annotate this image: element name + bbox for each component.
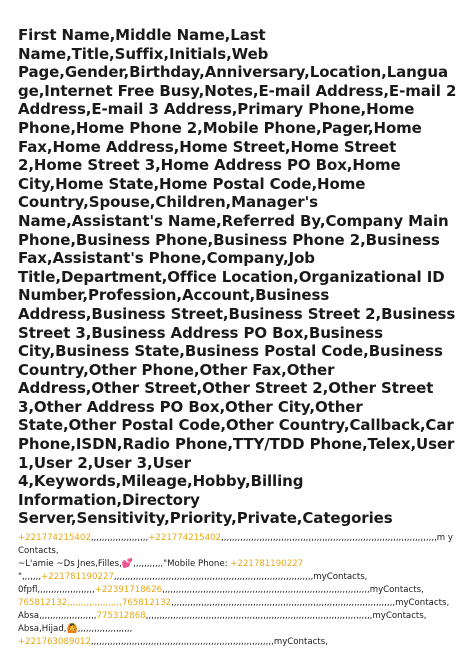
phone-number[interactable]: +221774215402: [18, 533, 91, 543]
csv-row: 0fpfl,,,,,,,,,,,,,,,,,,,,,+22391718626,,…: [18, 584, 458, 597]
row-text: ,,,,,,,,,,,,,,,,,,,,,,,,,,,,,,,,,,,,,,,,…: [90, 637, 328, 648]
phone-number[interactable]: 765812132: [122, 598, 171, 608]
csv-header-text: First Name,Middle Name,Last Name,Title,S…: [18, 26, 457, 528]
phone-number[interactable]: 765812132: [18, 598, 67, 608]
row-text: ,,,,,,,,,,,,,,,,,,,,,,,,,,,,,,,,,,,,,,,,…: [145, 611, 427, 622]
two-hearts-icon: 💕: [121, 559, 134, 570]
row-text: 0fpfl,,,,,,,,,,,,,,,,,,,,,: [18, 585, 95, 596]
csv-row: Absa,,,,,,,,,,,,,,,,,,,,,775312868,,,,,,…: [18, 610, 458, 623]
csv-row: ~L'amie ~Ds Jnes,Filles,💕,,,,,,,,,,,"Mob…: [18, 558, 458, 571]
row-text: ,,,,,,,,,,,,,,,,,,,,,,,,,,,,,,,,,,,,,,,,…: [113, 572, 368, 583]
row-text: ~L'amie ~Ds Jnes,Filles,: [18, 559, 122, 570]
csv-row: +221763089012,,,,,,,,,,,,,,,,,,,,,,,,,,,…: [18, 636, 458, 649]
row-text: ,,,,,,,,,,,,,,,,,,,,: [77, 624, 133, 635]
row-text: Absa,,,,,,,,,,,,,,,,,,,,,: [18, 611, 97, 622]
phone-number[interactable]: 775312868: [96, 611, 145, 621]
phone-number[interactable]: +221781190227: [41, 572, 114, 582]
row-text: ,,,,,,,,,,,,,,,,,,,,,: [90, 533, 149, 544]
row-text: ,,,,,,,,,,,,,,,,,,,,,,,,,,,,,,,,,,,,,,,,…: [171, 598, 450, 609]
phone-number[interactable]: +221763089012: [18, 637, 91, 647]
row-text: ,,,,,,,,,,,"Mobile Phone:: [133, 559, 231, 570]
row-text: ",,,,,,,: [18, 572, 42, 583]
person-gesturing-ok-icon: 🙆: [66, 624, 78, 635]
csv-rows: +221774215402,,,,,,,,,,,,,,,,,,,,,+22177…: [18, 532, 458, 649]
phone-number[interactable]: +221774215402: [148, 533, 221, 543]
csv-row: ",,,,,,,+221781190227,,,,,,,,,,,,,,,,,,,…: [18, 571, 458, 584]
csv-row: 765812132,,,,,,,,,,,,,,,,,,,,765812132,,…: [18, 597, 458, 610]
phone-number[interactable]: +221781190227: [230, 559, 303, 569]
row-text: ,,,,,,,,,,,,,,,,,,,,: [67, 598, 122, 609]
phone-number[interactable]: +22391718626: [95, 585, 162, 595]
csv-row: Absa,Hijad,🙆,,,,,,,,,,,,,,,,,,,,: [18, 623, 458, 636]
row-text: Absa,Hijad,: [18, 624, 67, 635]
row-text: ,,,,,,,,,,,,,,,,,,,,,,,,,,,,,,,,,,,,,,,,…: [162, 585, 424, 596]
csv-row: +221774215402,,,,,,,,,,,,,,,,,,,,,+22177…: [18, 532, 458, 558]
document-page: First Name,Middle Name,Last Name,Title,S…: [0, 0, 474, 647]
